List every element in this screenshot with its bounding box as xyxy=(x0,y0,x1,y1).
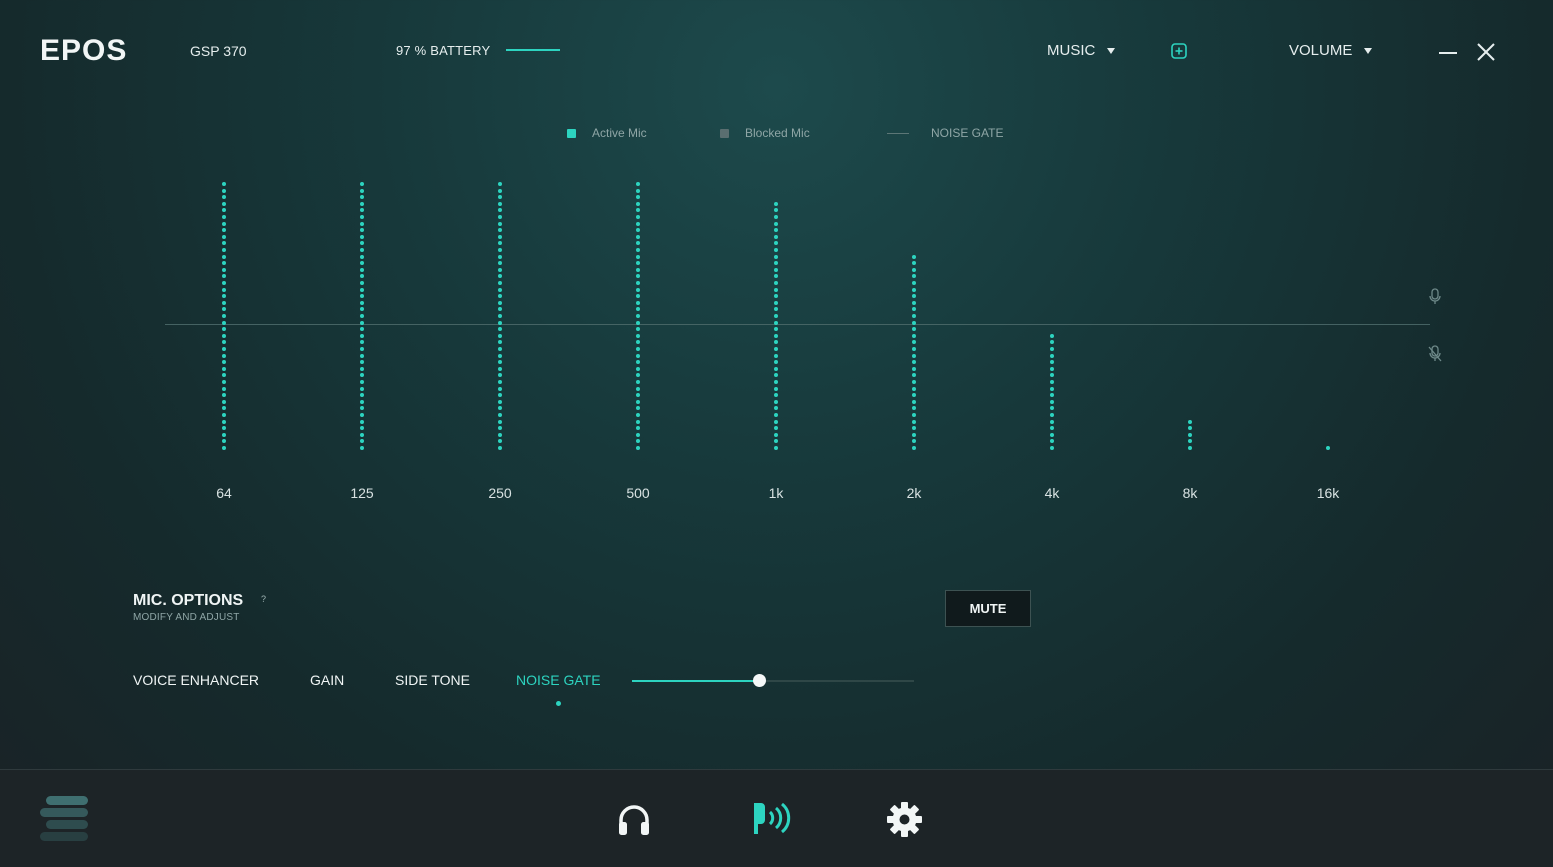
preset-dropdown-label: MUSIC xyxy=(1047,42,1096,59)
mic-off-icon xyxy=(1427,345,1443,363)
freq-label-500: 500 xyxy=(626,485,650,501)
tab-side-tone[interactable]: SIDE TONE xyxy=(395,672,470,688)
menu-button[interactable] xyxy=(38,794,90,846)
freq-label-64: 64 xyxy=(216,485,232,501)
epos-logo: EPOS xyxy=(40,34,128,67)
slider-fill xyxy=(632,680,759,682)
microphone-icon xyxy=(754,802,791,834)
preset-dropdown[interactable]: MUSIC xyxy=(1047,42,1116,59)
mic-options-subtitle: MODIFY AND ADJUST xyxy=(133,612,240,623)
settings-icon xyxy=(887,802,922,837)
freq-label-8k: 8k xyxy=(1182,485,1198,501)
active-swatch xyxy=(567,128,576,138)
caret-down-icon xyxy=(1364,47,1373,54)
freq-label-4k: 4k xyxy=(1044,485,1060,501)
volume-dropdown-label: VOLUME xyxy=(1289,42,1353,59)
legend-gate-label: NOISE GATE xyxy=(931,126,1004,140)
help-icon[interactable]: ? xyxy=(261,594,266,604)
mic-options-title: MIC. OPTIONS xyxy=(133,592,244,609)
close-icon xyxy=(1477,43,1495,61)
headphones-tab[interactable] xyxy=(616,802,652,838)
headphones-icon xyxy=(619,805,649,835)
settings-tab[interactable] xyxy=(886,801,923,838)
minimize-button[interactable] xyxy=(1438,44,1458,60)
freq-label-1k: 1k xyxy=(768,485,784,501)
freq-label-125: 125 xyxy=(350,485,374,501)
freq-label-250: 250 xyxy=(488,485,512,501)
legend-active-label: Active Mic xyxy=(592,126,647,140)
gate-line-swatch xyxy=(887,132,909,134)
mute-button[interactable]: MUTE xyxy=(945,590,1031,627)
volume-dropdown[interactable]: VOLUME xyxy=(1289,42,1373,59)
noise-gate-slider[interactable] xyxy=(632,674,914,687)
bottom-nav-bar xyxy=(0,769,1553,867)
legend-blocked-label: Blocked Mic xyxy=(745,126,810,140)
add-preset-button[interactable] xyxy=(1171,43,1187,59)
tab-voice-enhancer[interactable]: VOICE ENHANCER xyxy=(133,672,259,688)
device-name: GSP 370 xyxy=(190,43,247,59)
microphone-tab[interactable] xyxy=(751,800,791,838)
legend-active-mic: Active Mic xyxy=(567,126,647,140)
caret-down-icon xyxy=(1107,47,1116,54)
battery-label: 97 % BATTERY xyxy=(396,43,491,58)
legend-noise-gate: NOISE GATE xyxy=(887,126,1003,140)
plus-square-icon xyxy=(1171,43,1187,59)
minimize-icon xyxy=(1439,52,1457,54)
legend-blocked-mic: Blocked Mic xyxy=(720,126,810,140)
active-tab-indicator xyxy=(556,701,561,706)
tab-gain[interactable]: GAIN xyxy=(310,672,344,688)
mic-on-icon xyxy=(1427,288,1443,306)
freq-label-2k: 2k xyxy=(906,485,922,501)
menu-icon xyxy=(40,796,88,841)
slider-thumb[interactable] xyxy=(753,674,766,687)
tab-noise-gate[interactable]: NOISE GATE xyxy=(516,672,601,688)
noise-gate-line xyxy=(165,324,1430,325)
battery-level-bar xyxy=(506,49,560,51)
blocked-swatch xyxy=(720,128,729,138)
freq-label-16k: 16k xyxy=(1316,485,1340,501)
close-button[interactable] xyxy=(1476,42,1496,62)
